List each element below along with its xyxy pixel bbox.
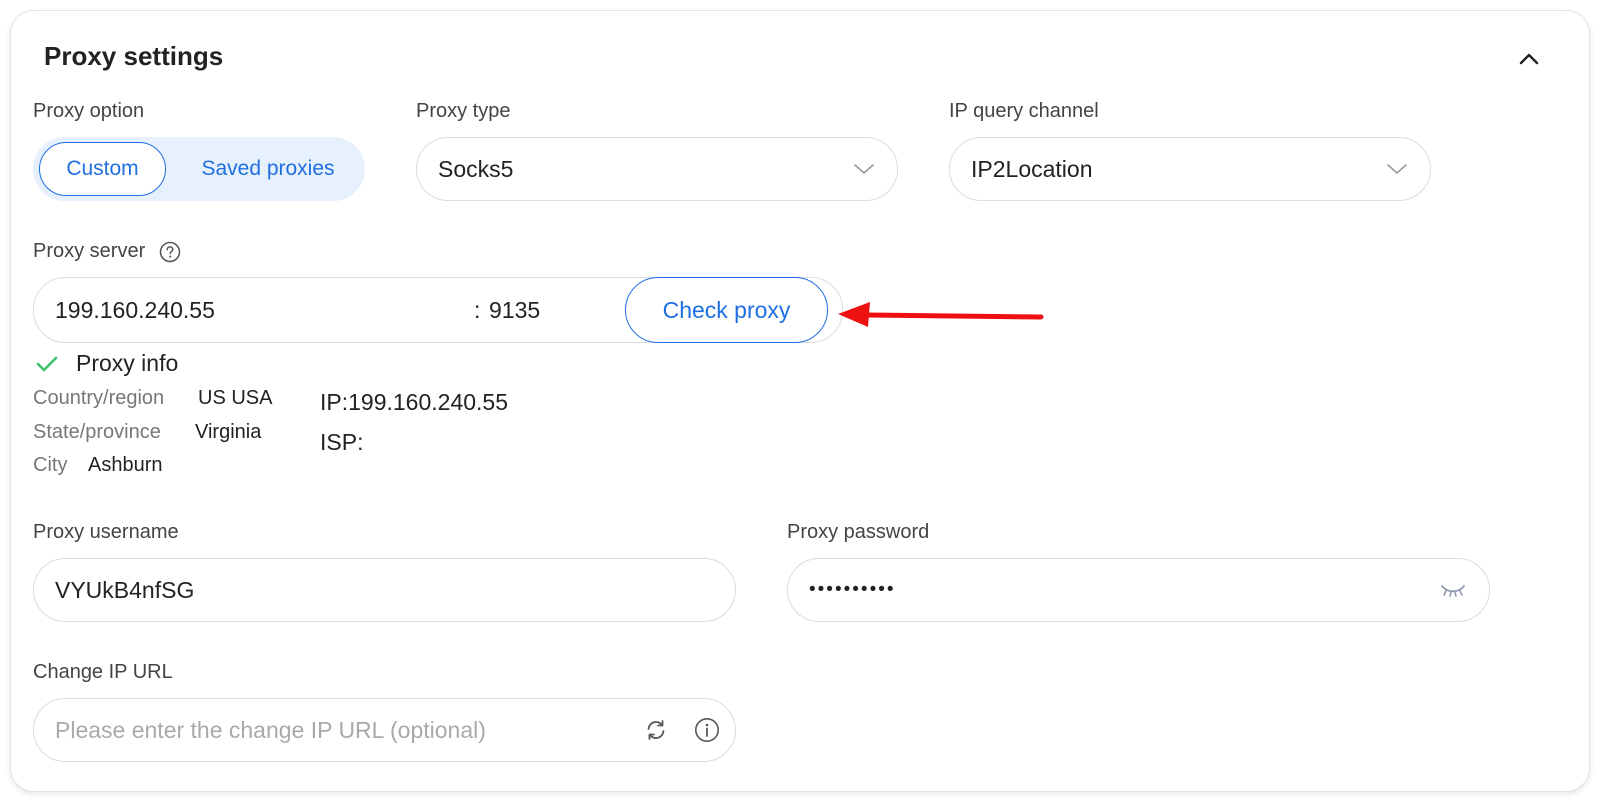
- option-saved-proxies[interactable]: Saved proxies: [183, 142, 353, 196]
- proxy-password-masked: ••••••••••: [809, 579, 896, 600]
- check-icon: [36, 356, 58, 371]
- collapse-button[interactable]: [1511, 41, 1547, 77]
- annotation-arrow: [838, 302, 1044, 327]
- ip-query-channel-label: IP query channel: [949, 100, 1099, 122]
- state-key: State/province: [33, 421, 161, 443]
- proxy-host-input[interactable]: 199.160.240.55: [55, 297, 215, 324]
- proxy-username-value: VYUkB4nfSG: [55, 576, 195, 603]
- help-circle-icon[interactable]: [159, 241, 181, 263]
- chevron-down-icon: [854, 164, 874, 174]
- city-key: City: [33, 454, 68, 476]
- proxy-info-title: Proxy info: [76, 350, 179, 376]
- ip-line: IP:199.160.240.55: [320, 389, 508, 415]
- port-separator: :: [474, 296, 481, 323]
- proxy-type-label: Proxy type: [416, 100, 511, 122]
- ip-query-channel-select[interactable]: IP2Location: [949, 137, 1431, 201]
- chevron-down-icon: [1387, 164, 1407, 174]
- proxy-settings-card: Proxy settings Proxy option Custom Saved…: [10, 10, 1590, 792]
- change-ip-url-label: Change IP URL: [33, 661, 173, 683]
- proxy-server-label-row: Proxy server: [33, 240, 181, 263]
- proxy-port-input[interactable]: 9135: [489, 297, 540, 324]
- state-value: Virginia: [195, 421, 262, 443]
- change-ip-url-input[interactable]: Please enter the change IP URL (optional…: [55, 717, 486, 744]
- proxy-option-segmented: Custom Saved proxies: [33, 137, 365, 201]
- check-proxy-button[interactable]: Check proxy: [625, 277, 828, 343]
- chevron-up-icon: [1519, 53, 1539, 65]
- proxy-info-header: Proxy info: [35, 350, 178, 377]
- info-icon[interactable]: [694, 717, 720, 743]
- country-key: Country/region: [33, 387, 165, 409]
- proxy-username-input[interactable]: VYUkB4nfSG: [33, 558, 736, 622]
- option-custom[interactable]: Custom: [39, 142, 166, 196]
- proxy-password-label: Proxy password: [787, 521, 930, 543]
- proxy-type-select[interactable]: Socks5: [416, 137, 898, 201]
- refresh-icon[interactable]: [644, 718, 668, 742]
- proxy-option-label: Proxy option: [33, 100, 145, 122]
- proxy-password-input[interactable]: ••••••••••: [787, 558, 1490, 622]
- proxy-type-value: Socks5: [438, 155, 514, 182]
- isp-line: ISP:: [320, 429, 364, 455]
- proxy-server-label: Proxy server: [33, 240, 146, 262]
- eye-closed-icon[interactable]: [1439, 582, 1467, 598]
- country-value: US USA: [198, 387, 273, 409]
- proxy-username-label: Proxy username: [33, 521, 179, 543]
- city-value: Ashburn: [88, 454, 163, 476]
- section-title: Proxy settings: [44, 41, 224, 71]
- ip-query-channel-value: IP2Location: [971, 155, 1093, 182]
- change-ip-url-field: Please enter the change IP URL (optional…: [33, 698, 736, 762]
